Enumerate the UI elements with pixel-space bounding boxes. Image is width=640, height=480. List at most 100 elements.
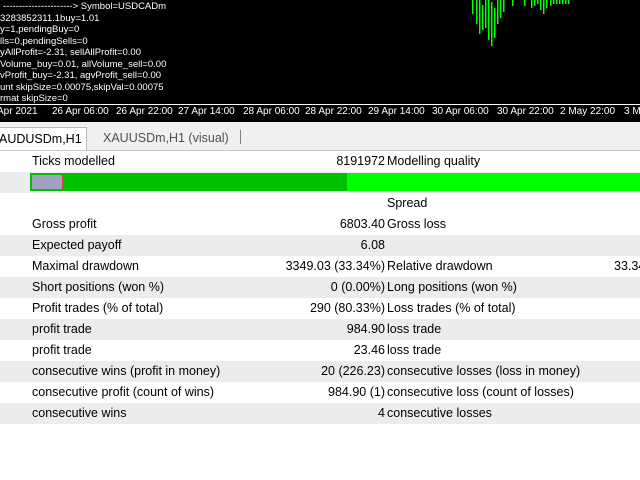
candle (524, 0, 526, 6)
metric-value-2: 33.34 (614, 259, 640, 273)
candle (543, 0, 545, 14)
date-label: 29 Apr 14:00 (368, 106, 425, 117)
metric-label: profit trade (32, 322, 92, 336)
candle (546, 0, 548, 8)
log-line: yAllProfit=-2.31, sellAllProfit=0.00 (0, 47, 141, 58)
metric-label-2: Relative drawdown (387, 259, 493, 273)
candle (550, 0, 552, 6)
modelling-quality-bar (30, 173, 640, 191)
ticks-label: Ticks modelled (32, 154, 115, 168)
candle (540, 0, 542, 10)
log-line: unt skipSize=0.00075,skipVal=0.00075 (0, 81, 164, 93)
quality-bar-fill (30, 173, 348, 191)
metric-label: Gross profit (32, 217, 97, 231)
metric-value: 20 (226.23) (321, 364, 385, 378)
candle (531, 0, 533, 8)
candle (491, 2, 493, 46)
date-label: 2 May 22:00 (560, 106, 616, 117)
date-label: 26 Apr 06:00 (52, 106, 109, 117)
metric-value: 23.46 (353, 343, 385, 357)
candle (472, 0, 474, 14)
metric-label-2: Long positions (won %) (387, 280, 517, 294)
date-label: 27 Apr 14:00 (178, 106, 235, 117)
metric-label-2: Gross loss (387, 217, 447, 231)
candle (479, 0, 481, 34)
metric-label-2: loss trade (387, 322, 442, 336)
candle (476, 0, 478, 24)
candle (494, 8, 496, 38)
candle (562, 0, 564, 4)
spread-label: Spread (387, 196, 428, 210)
report-row: consecutive wins (profit in money) 20 (22… (0, 361, 640, 382)
tab-xauusdm-visual[interactable]: XAUUSDm,H1 (visual) (103, 127, 229, 149)
log-line: vProfit_buy=-2.31, agvProfit_sell=0.00 (0, 70, 162, 81)
report-row: Gross profit 6803.40 Gross loss (0, 214, 640, 235)
spread-row: Spread (0, 193, 640, 214)
metric-value: 984.90 (346, 322, 385, 336)
candle (559, 0, 561, 4)
log-line: 3283852311.1buy=1.01 (0, 12, 100, 24)
report-row: Maximal drawdown 3349.03 (33.34%) Relative… (0, 256, 640, 277)
report-row: profit trade 984.90 loss trade (0, 319, 640, 340)
metric-label: Short positions (won %) (32, 280, 165, 294)
candle (512, 0, 514, 6)
report-row: Profit trades (% of total) 290 (80.33%) Lo… (0, 298, 640, 319)
quality-bar-red-marker (62, 175, 64, 189)
candle (503, 0, 505, 12)
candle (497, 0, 499, 24)
candle (488, 0, 490, 40)
date-label: 30 Apr 22:00 (497, 106, 554, 117)
candle (568, 0, 570, 4)
metric-value: 3349.03 (33.34%) (285, 259, 385, 273)
metric-value: 4 (378, 406, 385, 420)
quality-label: Modelling quality (387, 154, 481, 168)
candle (556, 0, 558, 4)
metric-value: 290 (80.33%) (309, 301, 385, 315)
date-label: 3 May 14:00 (624, 106, 640, 117)
metric-label: consecutive wins (32, 406, 127, 420)
date-label: 28 Apr 22:00 (305, 106, 362, 117)
report-row: profit trade 23.46 loss trade (0, 340, 640, 361)
metric-value: 984.90 (1) (328, 385, 385, 399)
log-line: Volume_buy=0.01, allVolume_sell=0.00 (0, 58, 167, 70)
metric-label: Profit trades (% of total) (32, 301, 164, 315)
candle (534, 0, 536, 6)
log-line: ----------------------> Symbol=USDCADm (3, 1, 167, 12)
date-label: 28 Apr 06:00 (243, 106, 300, 117)
date-label: 26 Apr 22:00 (116, 106, 173, 117)
candle (485, 0, 487, 28)
metric-label: consecutive wins (profit in money) (32, 364, 221, 378)
metric-label-2: consecutive losses (387, 406, 492, 420)
metric-value: 6803.40 (339, 217, 385, 231)
report-row: consecutive profit (count of wins) 984.90… (0, 382, 640, 403)
tab-audusdm[interactable]: AUDUSDm,H1 (0, 127, 87, 150)
metric-value: 6.08 (360, 238, 385, 252)
candle (500, 0, 502, 18)
chart-area[interactable]: ----------------------> Symbol=USDCADm 32… (0, 0, 640, 122)
candle (482, 5, 484, 30)
ticks-value: 8191972 (336, 154, 385, 168)
chart-tabs: AUDUSDm,H1 XAUUSDm,H1 (visual) (0, 122, 640, 151)
time-axis-line (0, 104, 640, 105)
date-label: Apr 2021 (0, 106, 38, 117)
candle (537, 0, 539, 4)
report-row: Short positions (won %) 0 (0.00%) Long pos… (0, 277, 640, 298)
log-line: y=1,pendingBuy=0 (0, 24, 80, 35)
candle (565, 0, 567, 4)
metric-value: 0 (0.00%) (330, 280, 385, 294)
metric-label-2: Loss trades (% of total) (387, 301, 516, 315)
date-label: 30 Apr 06:00 (432, 106, 489, 117)
metric-label: profit trade (32, 343, 92, 357)
metric-label: consecutive profit (count of wins) (32, 385, 215, 399)
report-row: consecutive wins 4 consecutive losses (0, 403, 640, 424)
quality-bar-marker (32, 175, 64, 189)
metric-label-2: consecutive loss (count of losses) (387, 385, 574, 399)
log-line: lls=0,pendingSells=0 (0, 35, 88, 47)
metric-label: Expected payoff (32, 238, 122, 252)
ticks-row: Ticks modelled 8191972 Modelling quality (0, 151, 640, 172)
metric-label-2: consecutive losses (loss in money) (387, 364, 581, 378)
metric-label-2: loss trade (387, 343, 442, 357)
report-row: Expected payoff 6.08 (0, 235, 640, 256)
metric-label: Maximal drawdown (32, 259, 139, 273)
candle (553, 0, 555, 4)
